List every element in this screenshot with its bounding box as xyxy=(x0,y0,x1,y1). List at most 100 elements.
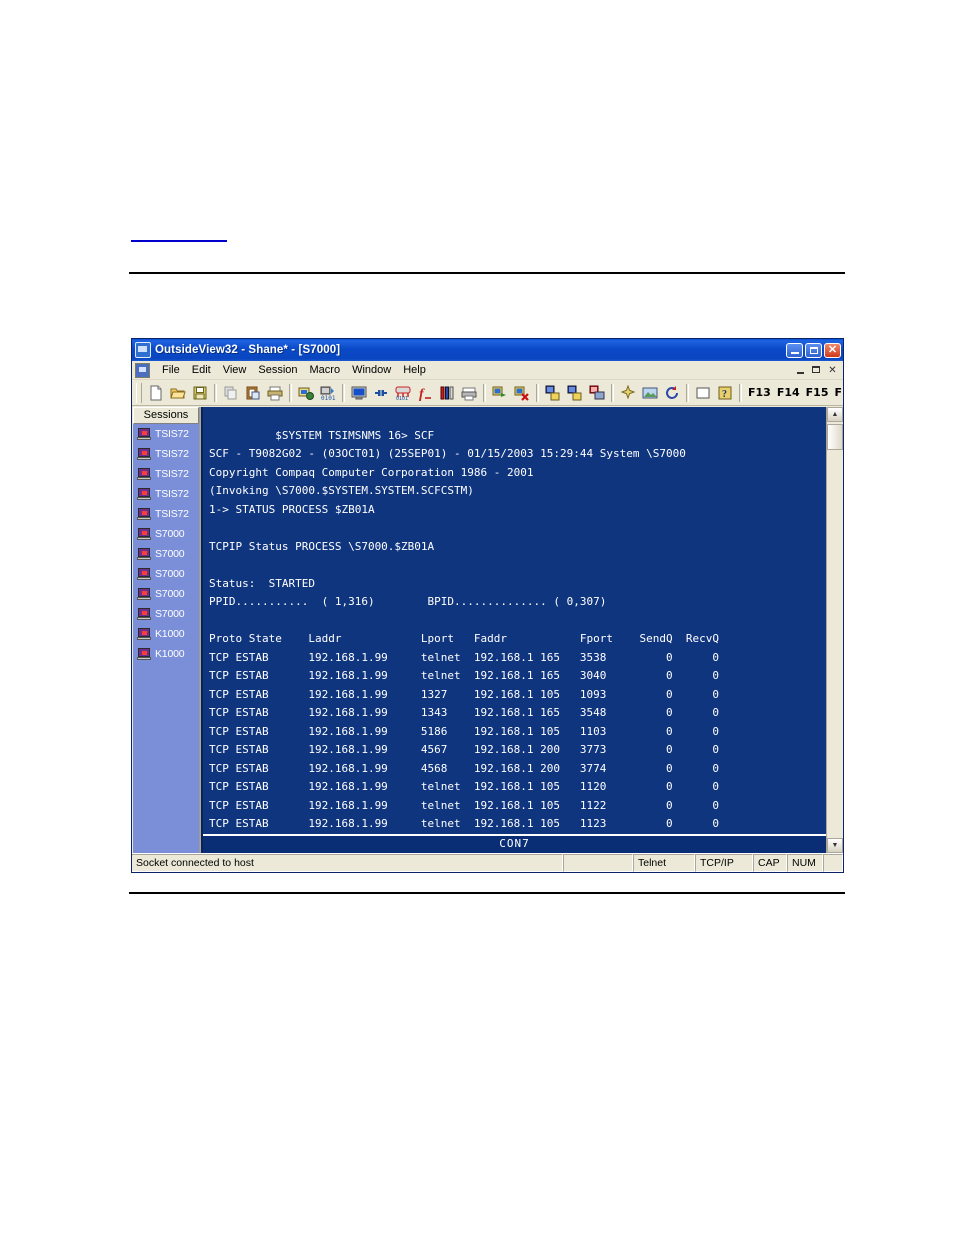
session-monitor-icon[interactable] xyxy=(586,382,608,403)
session-item[interactable]: S7000 xyxy=(133,564,199,584)
main-toolbar: 0101 0101 f ? F13 F14 F15 F xyxy=(132,380,843,406)
folder-view-icon[interactable] xyxy=(639,382,661,403)
status-cell-num: NUM xyxy=(787,854,823,872)
mdi-document-icon[interactable] xyxy=(135,362,150,378)
cancel-transfer-icon[interactable] xyxy=(511,382,533,403)
menu-item-view[interactable]: View xyxy=(217,363,253,377)
session-label: TSIS72 xyxy=(155,508,189,520)
session-item[interactable]: S7000 xyxy=(133,604,199,624)
blank-window-icon[interactable] xyxy=(692,382,714,403)
toolbar-grip[interactable] xyxy=(136,382,142,403)
window-body: Sessions TSIS72 TSIS72 TSIS72 TSIS72 TSI… xyxy=(132,406,843,853)
session-item[interactable]: TSIS72 xyxy=(133,444,199,464)
monitor-icon[interactable] xyxy=(348,382,370,403)
session-item[interactable]: K1000 xyxy=(133,644,199,664)
status-cell-caps: CAP xyxy=(753,854,787,872)
toolbar-separator xyxy=(611,383,614,402)
status-bar: Socket connected to host Telnet TCP/IP C… xyxy=(132,853,843,872)
terminal-session-icon xyxy=(137,508,151,520)
terminal-session-icon xyxy=(137,468,151,480)
terminal-session-icon xyxy=(137,448,151,460)
session-item[interactable]: S7000 xyxy=(133,584,199,604)
paste-icon[interactable] xyxy=(242,382,264,403)
minimize-button[interactable] xyxy=(786,342,803,358)
menu-item-help[interactable]: Help xyxy=(397,363,432,377)
session-label: S7000 xyxy=(155,588,185,600)
terminal-status-line: CON7 xyxy=(203,834,826,853)
session-item[interactable]: TSIS72 xyxy=(133,504,199,524)
session-item[interactable]: TSIS72 xyxy=(133,484,199,504)
menu-item-session[interactable]: Session xyxy=(252,363,303,377)
terminal-session-icon xyxy=(137,608,151,620)
document-page: OutsideView32 - Shane* - [S7000] ✕ File … xyxy=(0,0,954,1235)
svg-text:0101: 0101 xyxy=(396,396,408,401)
terminal-session-icon xyxy=(137,488,151,500)
new-file-icon[interactable] xyxy=(145,382,167,403)
session-label: TSIS72 xyxy=(155,428,189,440)
menu-item-window[interactable]: Window xyxy=(346,363,397,377)
maximize-button[interactable] xyxy=(805,342,822,358)
fkey-f16[interactable]: F16 xyxy=(831,386,843,399)
session-label: TSIS72 xyxy=(155,468,189,480)
printer-setup-icon[interactable] xyxy=(458,382,480,403)
record-script-icon[interactable]: 0101 xyxy=(317,382,339,403)
scrollbar-track[interactable] xyxy=(827,422,843,838)
send-file-icon[interactable] xyxy=(489,382,511,403)
refresh-icon[interactable] xyxy=(661,382,683,403)
session-label: S7000 xyxy=(155,548,185,560)
print-icon[interactable] xyxy=(264,382,286,403)
window-title: OutsideView32 - Shane* - [S7000] xyxy=(155,344,341,356)
status-message: Socket connected to host xyxy=(132,854,563,872)
session-down-icon[interactable] xyxy=(564,382,586,403)
session-label: S7000 xyxy=(155,608,185,620)
session-item[interactable]: TSIS72 xyxy=(133,464,199,484)
sessions-panel: Sessions TSIS72 TSIS72 TSIS72 TSIS72 TSI… xyxy=(133,407,200,853)
settings-star-icon[interactable] xyxy=(617,382,639,403)
toolbar-separator xyxy=(483,383,486,402)
session-label: S7000 xyxy=(155,528,185,540)
open-folder-icon[interactable] xyxy=(167,382,189,403)
terminal-session-icon xyxy=(137,548,151,560)
toolbar-separator xyxy=(739,383,742,402)
copy-icon[interactable] xyxy=(220,382,242,403)
help-question-icon[interactable]: ? xyxy=(714,382,736,403)
terminal-scrollbar[interactable]: ▲ ▼ xyxy=(826,407,843,853)
screen-capture-icon[interactable] xyxy=(295,382,317,403)
menu-item-edit[interactable]: Edit xyxy=(186,363,217,377)
menu-item-file[interactable]: File xyxy=(156,363,186,377)
outsideview32-window: OutsideView32 - Shane* - [S7000] ✕ File … xyxy=(131,338,844,873)
scroll-down-arrow-icon[interactable]: ▼ xyxy=(827,838,843,853)
function-key-icon[interactable]: f xyxy=(414,382,436,403)
fkey-f14[interactable]: F14 xyxy=(774,386,803,399)
session-item[interactable]: S7000 xyxy=(133,544,199,564)
svg-text:f: f xyxy=(419,387,425,401)
save-disk-icon[interactable] xyxy=(189,382,211,403)
document-horizontal-rule-bottom xyxy=(129,892,845,894)
terminal-screen[interactable]: $SYSTEM TSIMSNMS 16> SCF SCF - T9082G02 … xyxy=(201,407,826,853)
session-item[interactable]: TSIS72 xyxy=(133,424,199,444)
toolbar-separator xyxy=(214,383,217,402)
fkey-f13[interactable]: F13 xyxy=(745,386,774,399)
toolbar-separator xyxy=(342,383,345,402)
close-button[interactable]: ✕ xyxy=(824,342,841,358)
keyboard-map-icon[interactable]: 0101 xyxy=(392,382,414,403)
scroll-up-arrow-icon[interactable]: ▲ xyxy=(827,407,843,422)
document-horizontal-rule-top xyxy=(129,272,845,274)
sessions-tab[interactable]: Sessions xyxy=(133,407,199,424)
session-item[interactable]: K1000 xyxy=(133,624,199,644)
mdi-restore-button[interactable] xyxy=(809,363,824,377)
menu-item-macro[interactable]: Macro xyxy=(304,363,347,377)
document-hyperlink-underline[interactable] xyxy=(131,228,227,242)
scrollbar-thumb[interactable] xyxy=(827,424,843,450)
connect-icon[interactable] xyxy=(370,382,392,403)
columns-icon[interactable] xyxy=(436,382,458,403)
session-item[interactable]: S7000 xyxy=(133,524,199,544)
terminal-text: $SYSTEM TSIMSNMS 16> SCF SCF - T9082G02 … xyxy=(209,428,719,849)
session-up-icon[interactable] xyxy=(542,382,564,403)
mdi-close-button[interactable]: ✕ xyxy=(825,363,840,377)
session-label: TSIS72 xyxy=(155,488,189,500)
fkey-f15[interactable]: F15 xyxy=(803,386,832,399)
mdi-minimize-button[interactable] xyxy=(793,363,808,377)
status-cell-transport: TCP/IP xyxy=(695,854,753,872)
terminal-session-icon xyxy=(137,428,151,440)
